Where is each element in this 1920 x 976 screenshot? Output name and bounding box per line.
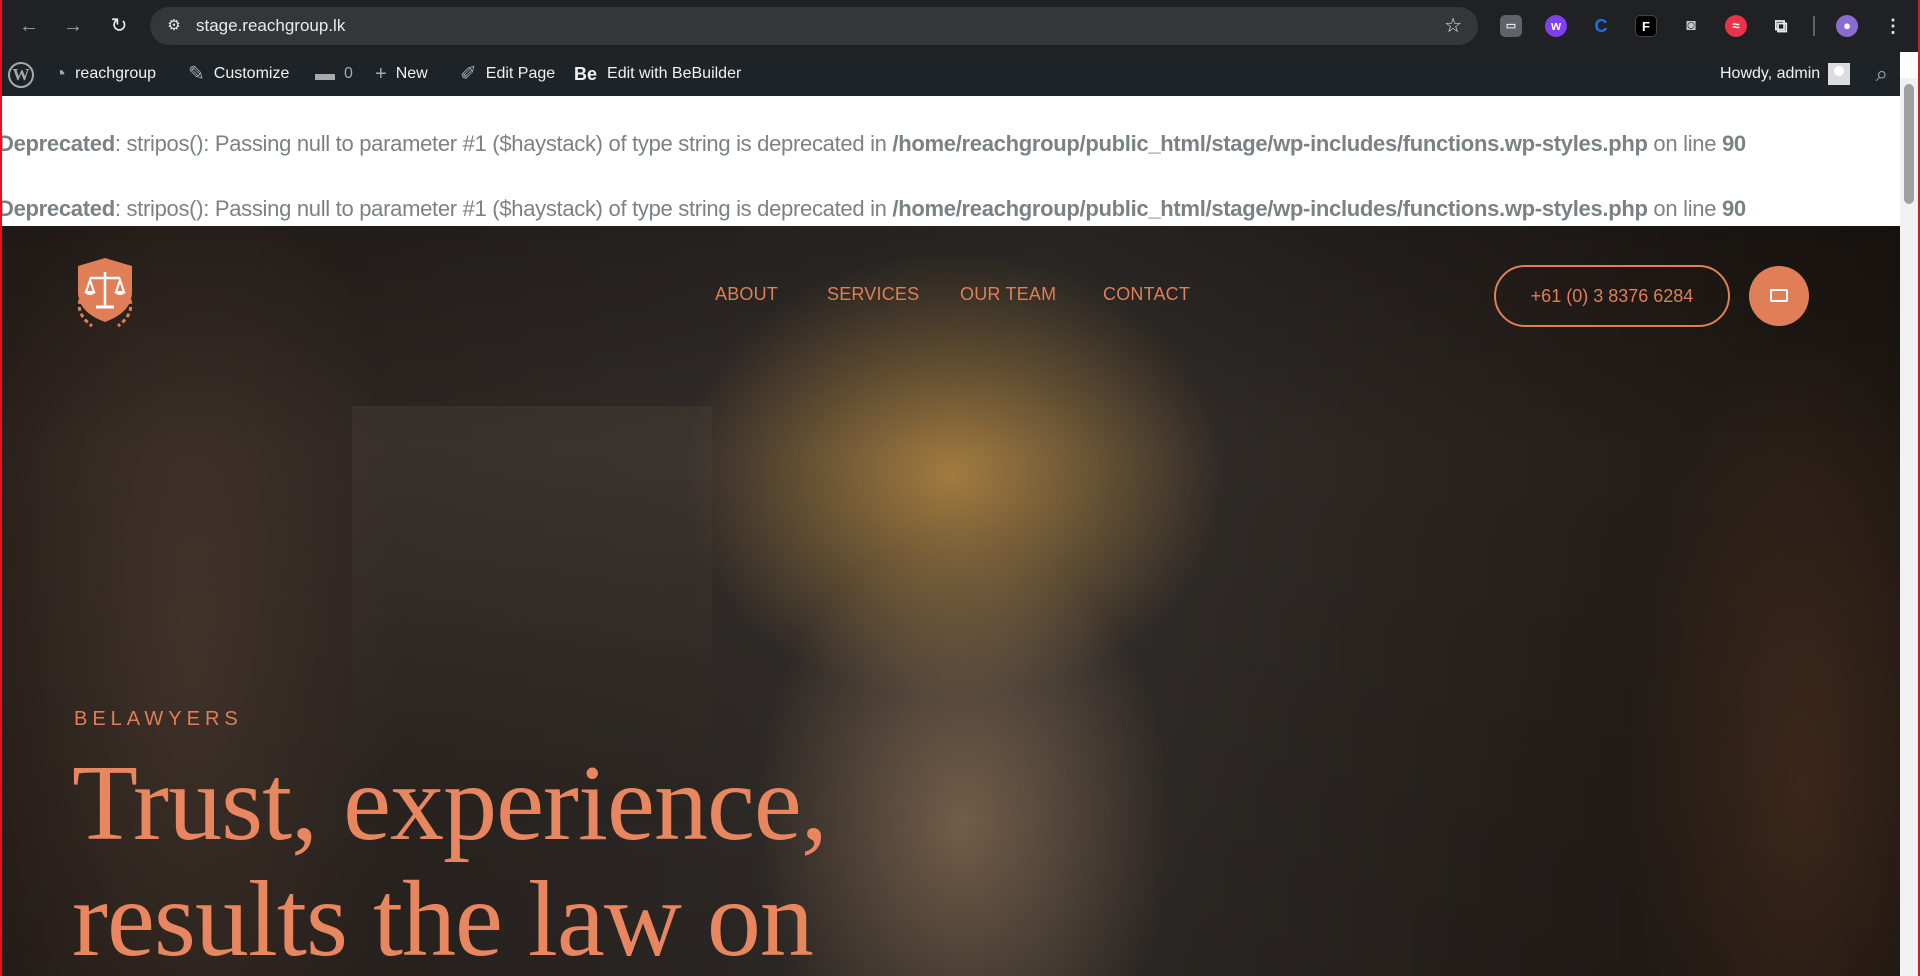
plus-icon: +: [375, 63, 387, 85]
forward-icon[interactable]: →: [60, 13, 86, 39]
profile-avatar[interactable]: ●: [1836, 15, 1858, 37]
nav-our-team[interactable]: OUR TEAM: [960, 284, 1056, 305]
admin-avatar: [1828, 63, 1851, 85]
wordpress-logo-icon[interactable]: W: [8, 62, 34, 88]
address-bar[interactable]: ⚙ stage.reachgroup.lk ☆: [150, 7, 1478, 45]
hero-section: ABOUT SERVICES OUR TEAM CONTACT +61 (0) …: [2, 226, 1900, 976]
scrollbar-thumb[interactable]: [1904, 84, 1914, 204]
browser-window: ← → ↻ ⚙ stage.reachgroup.lk ☆ ▭ w C F ◙ …: [0, 0, 1920, 976]
phone-button[interactable]: +61 (0) 3 8376 6284: [1494, 265, 1730, 327]
toolbar-separator: [1813, 16, 1815, 36]
url-text[interactable]: stage.reachgroup.lk: [196, 16, 345, 36]
site-info-icon[interactable]: ⚙: [164, 16, 184, 36]
deprecated-notice: Deprecated: stripos(): Passing null to p…: [0, 131, 1746, 156]
email-button[interactable]: [1749, 266, 1809, 326]
paintbrush-icon: ✎: [188, 63, 205, 85]
tab-search-icon[interactable]: ▭: [1500, 15, 1522, 37]
bebuilder-logo-icon: Be: [574, 64, 598, 84]
puzzle-icon[interactable]: ⧉: [1770, 15, 1792, 37]
search-icon[interactable]: ⌕: [1876, 62, 1888, 86]
edit-page-link[interactable]: ✐ Edit Page: [460, 52, 555, 96]
scales-of-justice-logo[interactable]: [62, 252, 148, 336]
f-ext-icon[interactable]: F: [1635, 15, 1657, 37]
nav-contact[interactable]: CONTACT: [1103, 284, 1190, 305]
wp-admin-bar: W ◔ reachgroup ✎ Customize ▬ 0 + New ✐ Edit P…: [2, 52, 1900, 96]
reload-icon[interactable]: ↻: [106, 13, 132, 39]
chrome-menu-icon[interactable]: ⋮: [1884, 15, 1902, 37]
comment-bubble-icon: ▬: [315, 63, 335, 85]
dashboard-gauge-icon: ◔: [54, 63, 67, 85]
deprecated-notice: Deprecated: stripos(): Passing null to p…: [0, 196, 1746, 221]
php-notices: Deprecated: stripos(): Passing null to p…: [2, 96, 1900, 226]
page-scrollbar[interactable]: [1900, 78, 1918, 976]
new-content-link[interactable]: + New: [375, 52, 428, 96]
camera-icon[interactable]: ◙: [1680, 15, 1702, 37]
hero-eyebrow: BELAWYERS: [74, 708, 243, 730]
my-account-link[interactable]: Howdy, admin: [1720, 52, 1851, 96]
hero-headline: Trust, experience, results the law on: [72, 744, 828, 976]
envelope-icon: [1770, 289, 1788, 302]
c-ext-icon[interactable]: C: [1590, 15, 1612, 37]
bookmark-star-icon[interactable]: ☆: [1444, 15, 1462, 37]
red-ext-icon[interactable]: ≈: [1725, 15, 1747, 37]
customize-link[interactable]: ✎ Customize: [188, 52, 289, 96]
browser-toolbar: ← → ↻ ⚙ stage.reachgroup.lk ☆ ▭ w C F ◙ …: [2, 0, 1918, 52]
comments-link[interactable]: ▬ 0: [315, 52, 353, 96]
nav-services[interactable]: SERVICES: [827, 284, 919, 305]
site-name-link[interactable]: ◔ reachgroup: [54, 52, 156, 96]
edit-bebuilder-link[interactable]: Be Edit with BeBuilder: [574, 52, 741, 96]
wp-ext-icon[interactable]: w: [1545, 15, 1567, 37]
back-icon[interactable]: ←: [16, 13, 42, 39]
nav-about[interactable]: ABOUT: [715, 284, 778, 305]
pencil-icon: ✐: [460, 63, 477, 85]
